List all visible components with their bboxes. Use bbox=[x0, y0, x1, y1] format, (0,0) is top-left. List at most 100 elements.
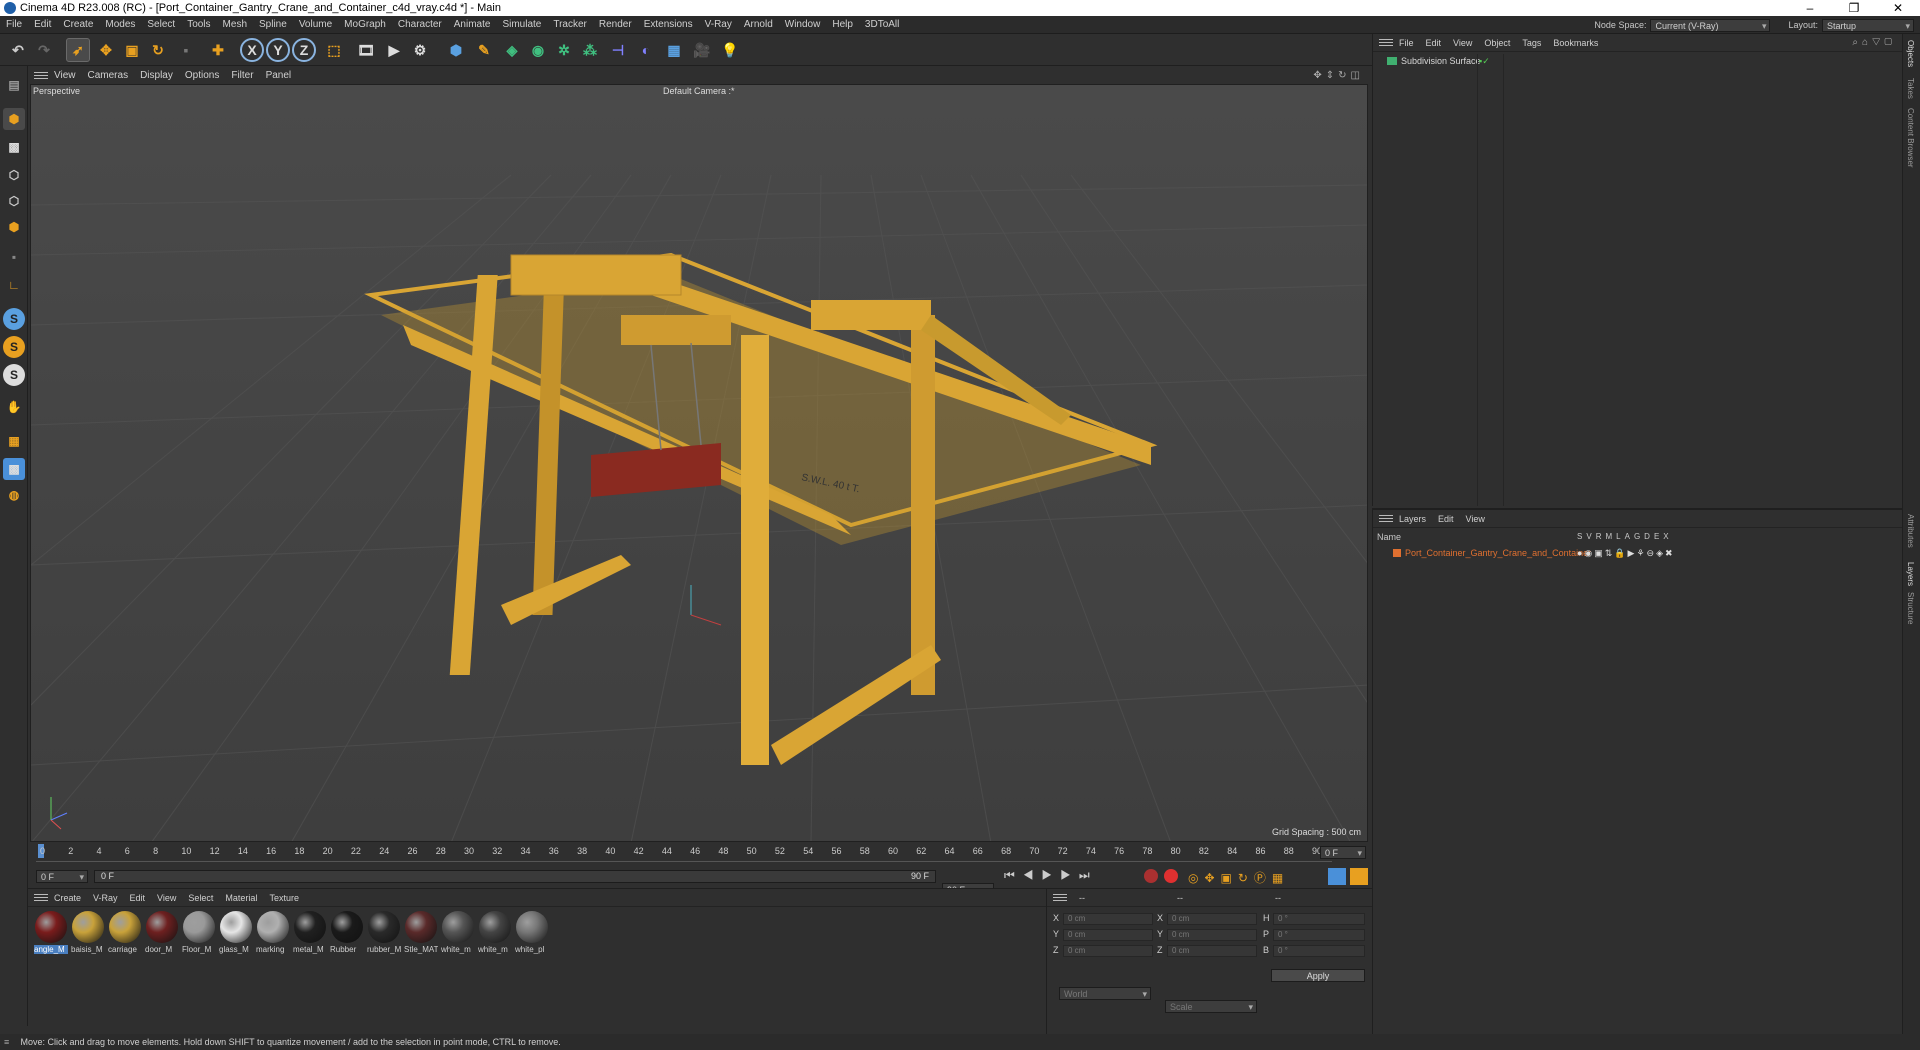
obj-menu-edit[interactable]: Edit bbox=[1420, 38, 1448, 48]
viewport-nav-icons[interactable]: ✥⇕↻◫ bbox=[1313, 70, 1364, 81]
tab-content-browser[interactable]: Content Browser bbox=[1906, 108, 1915, 168]
coordinate-system-icon[interactable]: ⬚ bbox=[322, 38, 346, 62]
recent-tool-icon[interactable]: ▪ bbox=[174, 38, 198, 62]
record-icon[interactable] bbox=[1144, 869, 1158, 883]
layer-menu-edit[interactable]: Edit bbox=[1432, 514, 1460, 524]
render-settings-icon[interactable]: ⚙ bbox=[408, 38, 432, 62]
axis-x-button[interactable]: X bbox=[240, 38, 264, 62]
tab-objects[interactable]: Objects bbox=[1906, 40, 1915, 67]
subdivision-icon[interactable]: ◈ bbox=[500, 38, 524, 62]
3d-viewport[interactable]: S.W.L. 40 t T. Perspective Default Camer… bbox=[30, 84, 1368, 842]
mat-menu-edit[interactable]: Edit bbox=[124, 893, 152, 903]
uv-mode-icon[interactable]: ▪ bbox=[3, 246, 25, 268]
make-editable-icon[interactable]: ▤ bbox=[3, 74, 25, 96]
add-tool-icon[interactable]: ✚ bbox=[206, 38, 230, 62]
layer-row[interactable]: Port_Container_Gantry_Crane_and_Containe… bbox=[1373, 546, 1903, 560]
pos-y-field[interactable]: 0 cm bbox=[1063, 929, 1153, 941]
layer-row-toggles[interactable]: ●◉▣⇅🔒▶⚘⊖◈✖ bbox=[1577, 548, 1675, 559]
obj-menu-object[interactable]: Object bbox=[1478, 38, 1516, 48]
cube-primitive-icon[interactable]: ⬢ bbox=[444, 38, 468, 62]
render-view-icon[interactable]: ▶ bbox=[382, 38, 406, 62]
menu-select[interactable]: Select bbox=[141, 19, 181, 30]
material-swatch[interactable]: metal_M bbox=[293, 911, 327, 954]
obj-menu-bookmarks[interactable]: Bookmarks bbox=[1547, 38, 1604, 48]
axis-z-button[interactable]: Z bbox=[292, 38, 316, 62]
material-swatch[interactable]: angle_M bbox=[34, 911, 68, 954]
obj-menu-tags[interactable]: Tags bbox=[1516, 38, 1547, 48]
object-row[interactable]: Subdivision Surface ▪✓ bbox=[1373, 54, 1903, 68]
menu-arnold[interactable]: Arnold bbox=[738, 19, 779, 30]
viewport-menu-filter[interactable]: Filter bbox=[225, 70, 259, 81]
layer-hamburger-icon[interactable] bbox=[1379, 515, 1393, 522]
size-y-field[interactable]: 0 cm bbox=[1167, 929, 1257, 941]
size-mode-dropdown[interactable]: Scale bbox=[1165, 1000, 1257, 1013]
material-swatch[interactable]: white_m bbox=[478, 911, 512, 954]
menu-vray[interactable]: V-Ray bbox=[699, 19, 738, 30]
tab-attributes[interactable]: Attributes bbox=[1906, 514, 1915, 548]
menu-character[interactable]: Character bbox=[392, 19, 448, 30]
obj-menu-file[interactable]: File bbox=[1393, 38, 1420, 48]
layer-menu-view[interactable]: View bbox=[1460, 514, 1491, 524]
mat-menu-texture[interactable]: Texture bbox=[263, 893, 305, 903]
floor-icon[interactable]: ▦ bbox=[662, 38, 686, 62]
viewport-hamburger-icon[interactable] bbox=[34, 71, 48, 79]
rot-h-field[interactable]: 0 ° bbox=[1273, 913, 1365, 925]
menu-spline[interactable]: Spline bbox=[253, 19, 293, 30]
obj-menu-view[interactable]: View bbox=[1447, 38, 1478, 48]
undo-icon[interactable]: ↶ bbox=[6, 38, 30, 62]
material-swatch[interactable]: marking bbox=[256, 911, 290, 954]
points-mode-icon[interactable]: ⬡ bbox=[3, 164, 25, 186]
object-search-icons[interactable]: ⌕⌂▽▢ bbox=[1852, 37, 1896, 48]
menu-extensions[interactable]: Extensions bbox=[638, 19, 699, 30]
rot-p-field[interactable]: 0 ° bbox=[1273, 929, 1365, 941]
material-swatch[interactable]: white_m bbox=[441, 911, 475, 954]
mat-menu-create[interactable]: Create bbox=[48, 893, 87, 903]
camera-name[interactable]: Default Camera :* bbox=[663, 86, 735, 96]
light-icon[interactable]: 💡 bbox=[718, 38, 742, 62]
layout-dropdown[interactable]: Startup bbox=[1822, 18, 1914, 32]
deformer-icon[interactable]: ⊣ bbox=[606, 38, 630, 62]
menu-3dtoall[interactable]: 3DToAll bbox=[859, 19, 905, 30]
tab-structure[interactable]: Structure bbox=[1906, 592, 1915, 624]
close-button[interactable]: ✕ bbox=[1876, 0, 1920, 16]
dopesheet-icon[interactable] bbox=[1350, 868, 1368, 885]
paint-tool-icon[interactable]: ✋ bbox=[3, 396, 25, 418]
material-hamburger-icon[interactable] bbox=[34, 894, 48, 901]
size-z-field[interactable]: 0 cm bbox=[1167, 945, 1257, 957]
menu-mograph[interactable]: MoGraph bbox=[338, 19, 392, 30]
material-swatch[interactable]: Stle_MAT bbox=[404, 911, 438, 954]
tab-layers[interactable]: Layers bbox=[1906, 562, 1915, 586]
viewport-menu-options[interactable]: Options bbox=[179, 70, 225, 81]
start-frame-field[interactable]: 0 F bbox=[36, 870, 88, 883]
node-space-dropdown[interactable]: Current (V-Ray) bbox=[1650, 18, 1771, 32]
render-region-icon[interactable]: 🎞 bbox=[354, 38, 378, 62]
menu-file[interactable]: File bbox=[0, 19, 28, 30]
redo-icon[interactable]: ↷ bbox=[32, 38, 56, 62]
apply-button[interactable]: Apply bbox=[1271, 969, 1365, 982]
checker-tool-icon[interactable]: ▩ bbox=[3, 458, 25, 480]
frame-range-slider[interactable]: 0 F 90 F bbox=[94, 870, 936, 883]
menu-mesh[interactable]: Mesh bbox=[217, 19, 253, 30]
move-tool-icon[interactable]: ✥ bbox=[94, 38, 118, 62]
menu-volume[interactable]: Volume bbox=[293, 19, 338, 30]
mograph-icon[interactable]: ⁂ bbox=[578, 38, 602, 62]
timeline-mode-icon[interactable] bbox=[1328, 868, 1346, 885]
pen-spline-icon[interactable]: ✎ bbox=[472, 38, 496, 62]
snap-s-button-2[interactable]: S bbox=[3, 336, 25, 358]
material-swatch[interactable]: glass_M bbox=[219, 911, 253, 954]
viewport-menu-cameras[interactable]: Cameras bbox=[82, 70, 135, 81]
key-filter-icons[interactable]: ◎✥▣↻Ⓟ▦ bbox=[1188, 869, 1289, 886]
snap-s-button-1[interactable]: S bbox=[3, 308, 25, 330]
viewport-menu-display[interactable]: Display bbox=[134, 70, 179, 81]
camera-icon[interactable]: 🎥 bbox=[690, 38, 714, 62]
menu-modes[interactable]: Modes bbox=[99, 19, 141, 30]
grid-tool-icon[interactable]: ▦ bbox=[3, 430, 25, 452]
select-tool-icon[interactable]: ➶ bbox=[66, 38, 90, 62]
extrude-icon[interactable]: ◉ bbox=[526, 38, 550, 62]
playback-controls[interactable]: ⏮◀▶▶⏭ bbox=[1004, 868, 1098, 883]
field-icon[interactable]: ◐ bbox=[634, 38, 658, 62]
size-x-field[interactable]: 0 cm bbox=[1167, 913, 1257, 925]
restore-button[interactable]: ❐ bbox=[1832, 0, 1876, 16]
scale-tool-icon[interactable]: ▣ bbox=[120, 38, 144, 62]
menu-animate[interactable]: Animate bbox=[448, 19, 497, 30]
